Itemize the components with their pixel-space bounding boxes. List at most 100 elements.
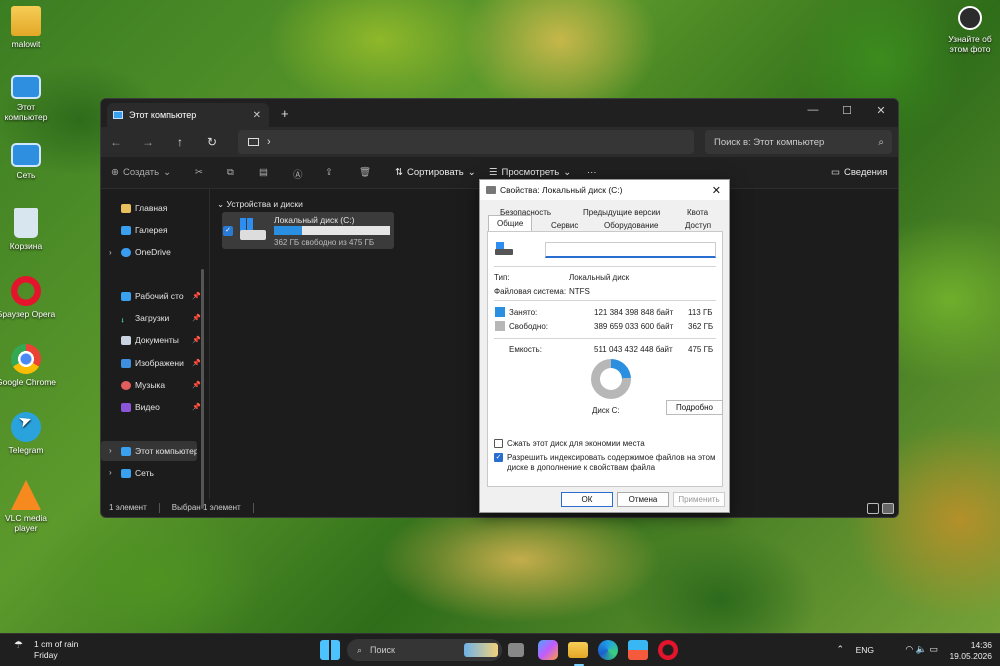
start-button[interactable] <box>320 640 340 660</box>
sidebar-item-documents[interactable]: Документы 📌 <box>121 335 201 345</box>
drive-usage-bar <box>274 226 390 235</box>
gallery-icon <box>121 225 131 235</box>
more-button[interactable]: ··· <box>587 167 597 178</box>
chevron-right-icon[interactable]: › <box>109 446 112 455</box>
tiles-view-icon[interactable] <box>882 503 894 514</box>
tab-quota[interactable]: Квота <box>687 208 708 217</box>
details-button[interactable]: Подробно <box>666 400 723 415</box>
new-tab-button[interactable]: + <box>281 106 289 121</box>
refresh-icon[interactable]: ↻ <box>205 135 219 149</box>
forward-icon[interactable]: → <box>141 135 155 149</box>
share-icon[interactable]: ⇪ <box>325 167 333 178</box>
details-pane-button[interactable]: ▭ Сведения <box>831 167 887 178</box>
cut-icon[interactable]: ✂ <box>195 167 203 178</box>
edge-icon[interactable] <box>598 640 618 660</box>
create-button[interactable]: ⊕ Создать ⌄ <box>111 167 171 178</box>
desktop-icon-vlc[interactable]: VLC media player <box>0 480 56 533</box>
view-button[interactable]: ☰ Просмотреть ⌄ <box>489 167 571 178</box>
sidebar-item-this-pc[interactable]: Этот компьютер <box>121 446 197 456</box>
tab-hardware[interactable]: Оборудование <box>604 221 658 230</box>
desktop-icon-chrome[interactable]: Google Chrome <box>0 344 56 387</box>
index-checkbox[interactable]: ✓ <box>494 453 503 462</box>
desktop-icon-malowit[interactable]: malowit <box>0 6 56 49</box>
sidebar-item-video[interactable]: Видео 📌 <box>121 402 201 412</box>
back-icon[interactable]: ← <box>109 135 123 149</box>
sort-button[interactable]: ⇅ Сортировать ⌄ <box>395 167 476 178</box>
pictures-icon <box>121 358 131 368</box>
opera-icon[interactable] <box>658 640 678 660</box>
desktop-icon-telegram[interactable]: Telegram <box>0 412 56 455</box>
drive-label-input[interactable] <box>545 242 716 258</box>
pin-icon: 📌 <box>192 404 201 411</box>
desktop-folder-icon <box>121 291 131 301</box>
maximize-button[interactable]: ☐ <box>830 99 864 121</box>
status-selected-count: Выбран 1 элемент <box>171 503 241 512</box>
status-item-count: 1 элемент <box>109 503 147 512</box>
details-view-icon[interactable] <box>867 503 879 514</box>
used-color-swatch <box>495 307 505 317</box>
system-icons[interactable]: ◠ 🔈 ▭ <box>905 644 938 655</box>
free-color-swatch <box>495 321 505 331</box>
tab-sharing[interactable]: Доступ <box>685 221 711 230</box>
general-tab-panel: Тип: Локальный диск Файловая система: NT… <box>487 231 723 487</box>
language-indicator[interactable]: ENG <box>856 645 874 655</box>
sidebar-scrollbar[interactable] <box>201 269 204 509</box>
sidebar-item-home[interactable]: Главная <box>121 203 201 213</box>
search-highlight-image <box>464 643 498 657</box>
chevron-right-icon[interactable]: › <box>109 468 112 477</box>
tab-this-pc[interactable]: Этот компьютер ✕ <box>107 103 269 127</box>
copilot-icon[interactable] <box>538 640 558 660</box>
pin-icon: 📌 <box>192 360 201 367</box>
close-icon[interactable]: ✕ <box>712 184 721 197</box>
drive-item-c[interactable]: ✓ Локальный диск (C:) 362 ГБ свободно из… <box>222 212 394 249</box>
tab-tools[interactable]: Сервис <box>551 221 578 230</box>
drive-icon <box>486 186 496 194</box>
ok-button[interactable]: ОК <box>561 492 613 507</box>
index-label-line1: Разрешить индексировать содержимое файло… <box>507 453 716 462</box>
address-bar[interactable]: › <box>238 130 694 154</box>
taskbar: ☂ 1 cm of rain Friday ⌕ Поиск ⌃ ENG ◠ 🔈 … <box>0 633 1000 666</box>
close-tab-icon[interactable]: ✕ <box>253 110 261 121</box>
sidebar-item-music[interactable]: Музыка 📌 <box>121 380 201 390</box>
chrome-icon <box>11 344 41 374</box>
task-view-icon[interactable] <box>508 643 524 657</box>
chevron-up-icon[interactable]: ⌃ <box>836 644 844 655</box>
apply-button[interactable]: Применить <box>673 492 725 507</box>
cancel-button[interactable]: Отмена <box>617 492 669 507</box>
delete-icon[interactable]: 🗑 <box>359 167 371 178</box>
divider <box>494 266 716 267</box>
file-explorer-icon[interactable] <box>568 642 588 658</box>
desktop-icon-network[interactable]: Сеть <box>0 140 56 180</box>
opera-icon <box>11 276 41 306</box>
sidebar-item-gallery[interactable]: Галерея <box>121 225 201 235</box>
dialog-title: Свойства: Локальный диск (C:) <box>500 185 623 195</box>
desktop-icon-recycle-bin[interactable]: Корзина <box>0 208 56 251</box>
rename-icon[interactable]: Ⓐ <box>293 167 303 181</box>
learn-about-photo[interactable]: Узнайте об этом фото <box>940 6 1000 54</box>
view-toggle <box>867 503 894 514</box>
chevron-right-icon[interactable]: › <box>109 248 112 257</box>
tab-general[interactable]: Общие <box>497 219 523 228</box>
tab-previous-versions[interactable]: Предыдущие версии <box>583 208 660 217</box>
section-header[interactable]: ⌄ Устройства и диски <box>217 199 303 210</box>
desktop-icon-this-pc[interactable]: Этот компьютер <box>0 72 56 122</box>
sidebar-item-network[interactable]: Сеть <box>121 468 201 478</box>
close-button[interactable]: ✕ <box>864 99 898 121</box>
taskbar-search[interactable]: ⌕ Поиск <box>347 639 502 661</box>
checkmark-icon[interactable]: ✓ <box>223 226 233 236</box>
store-icon[interactable] <box>628 640 648 660</box>
clock[interactable]: 14:36 19.05.2026 <box>949 640 992 662</box>
up-icon[interactable]: ↑ <box>173 135 187 149</box>
disk-label: Диск C: <box>592 406 620 415</box>
sidebar-item-downloads[interactable]: ⭳ Загрузки 📌 <box>121 313 201 323</box>
paste-icon[interactable]: ▤ <box>259 167 268 178</box>
compress-checkbox[interactable] <box>494 439 503 448</box>
copy-icon[interactable]: ⧉ <box>227 167 234 178</box>
sidebar-item-desktop[interactable]: Рабочий сто 📌 <box>121 291 201 301</box>
search-input[interactable]: Поиск в: Этот компьютер ⌕ <box>705 130 892 154</box>
minimize-button[interactable]: — <box>796 99 830 121</box>
sidebar-item-onedrive[interactable]: OneDrive <box>121 247 201 257</box>
desktop-icon-opera[interactable]: Браузер Opera <box>0 276 56 319</box>
sort-icon: ⇅ <box>395 167 403 178</box>
sidebar-item-pictures[interactable]: Изображени 📌 <box>121 358 201 368</box>
